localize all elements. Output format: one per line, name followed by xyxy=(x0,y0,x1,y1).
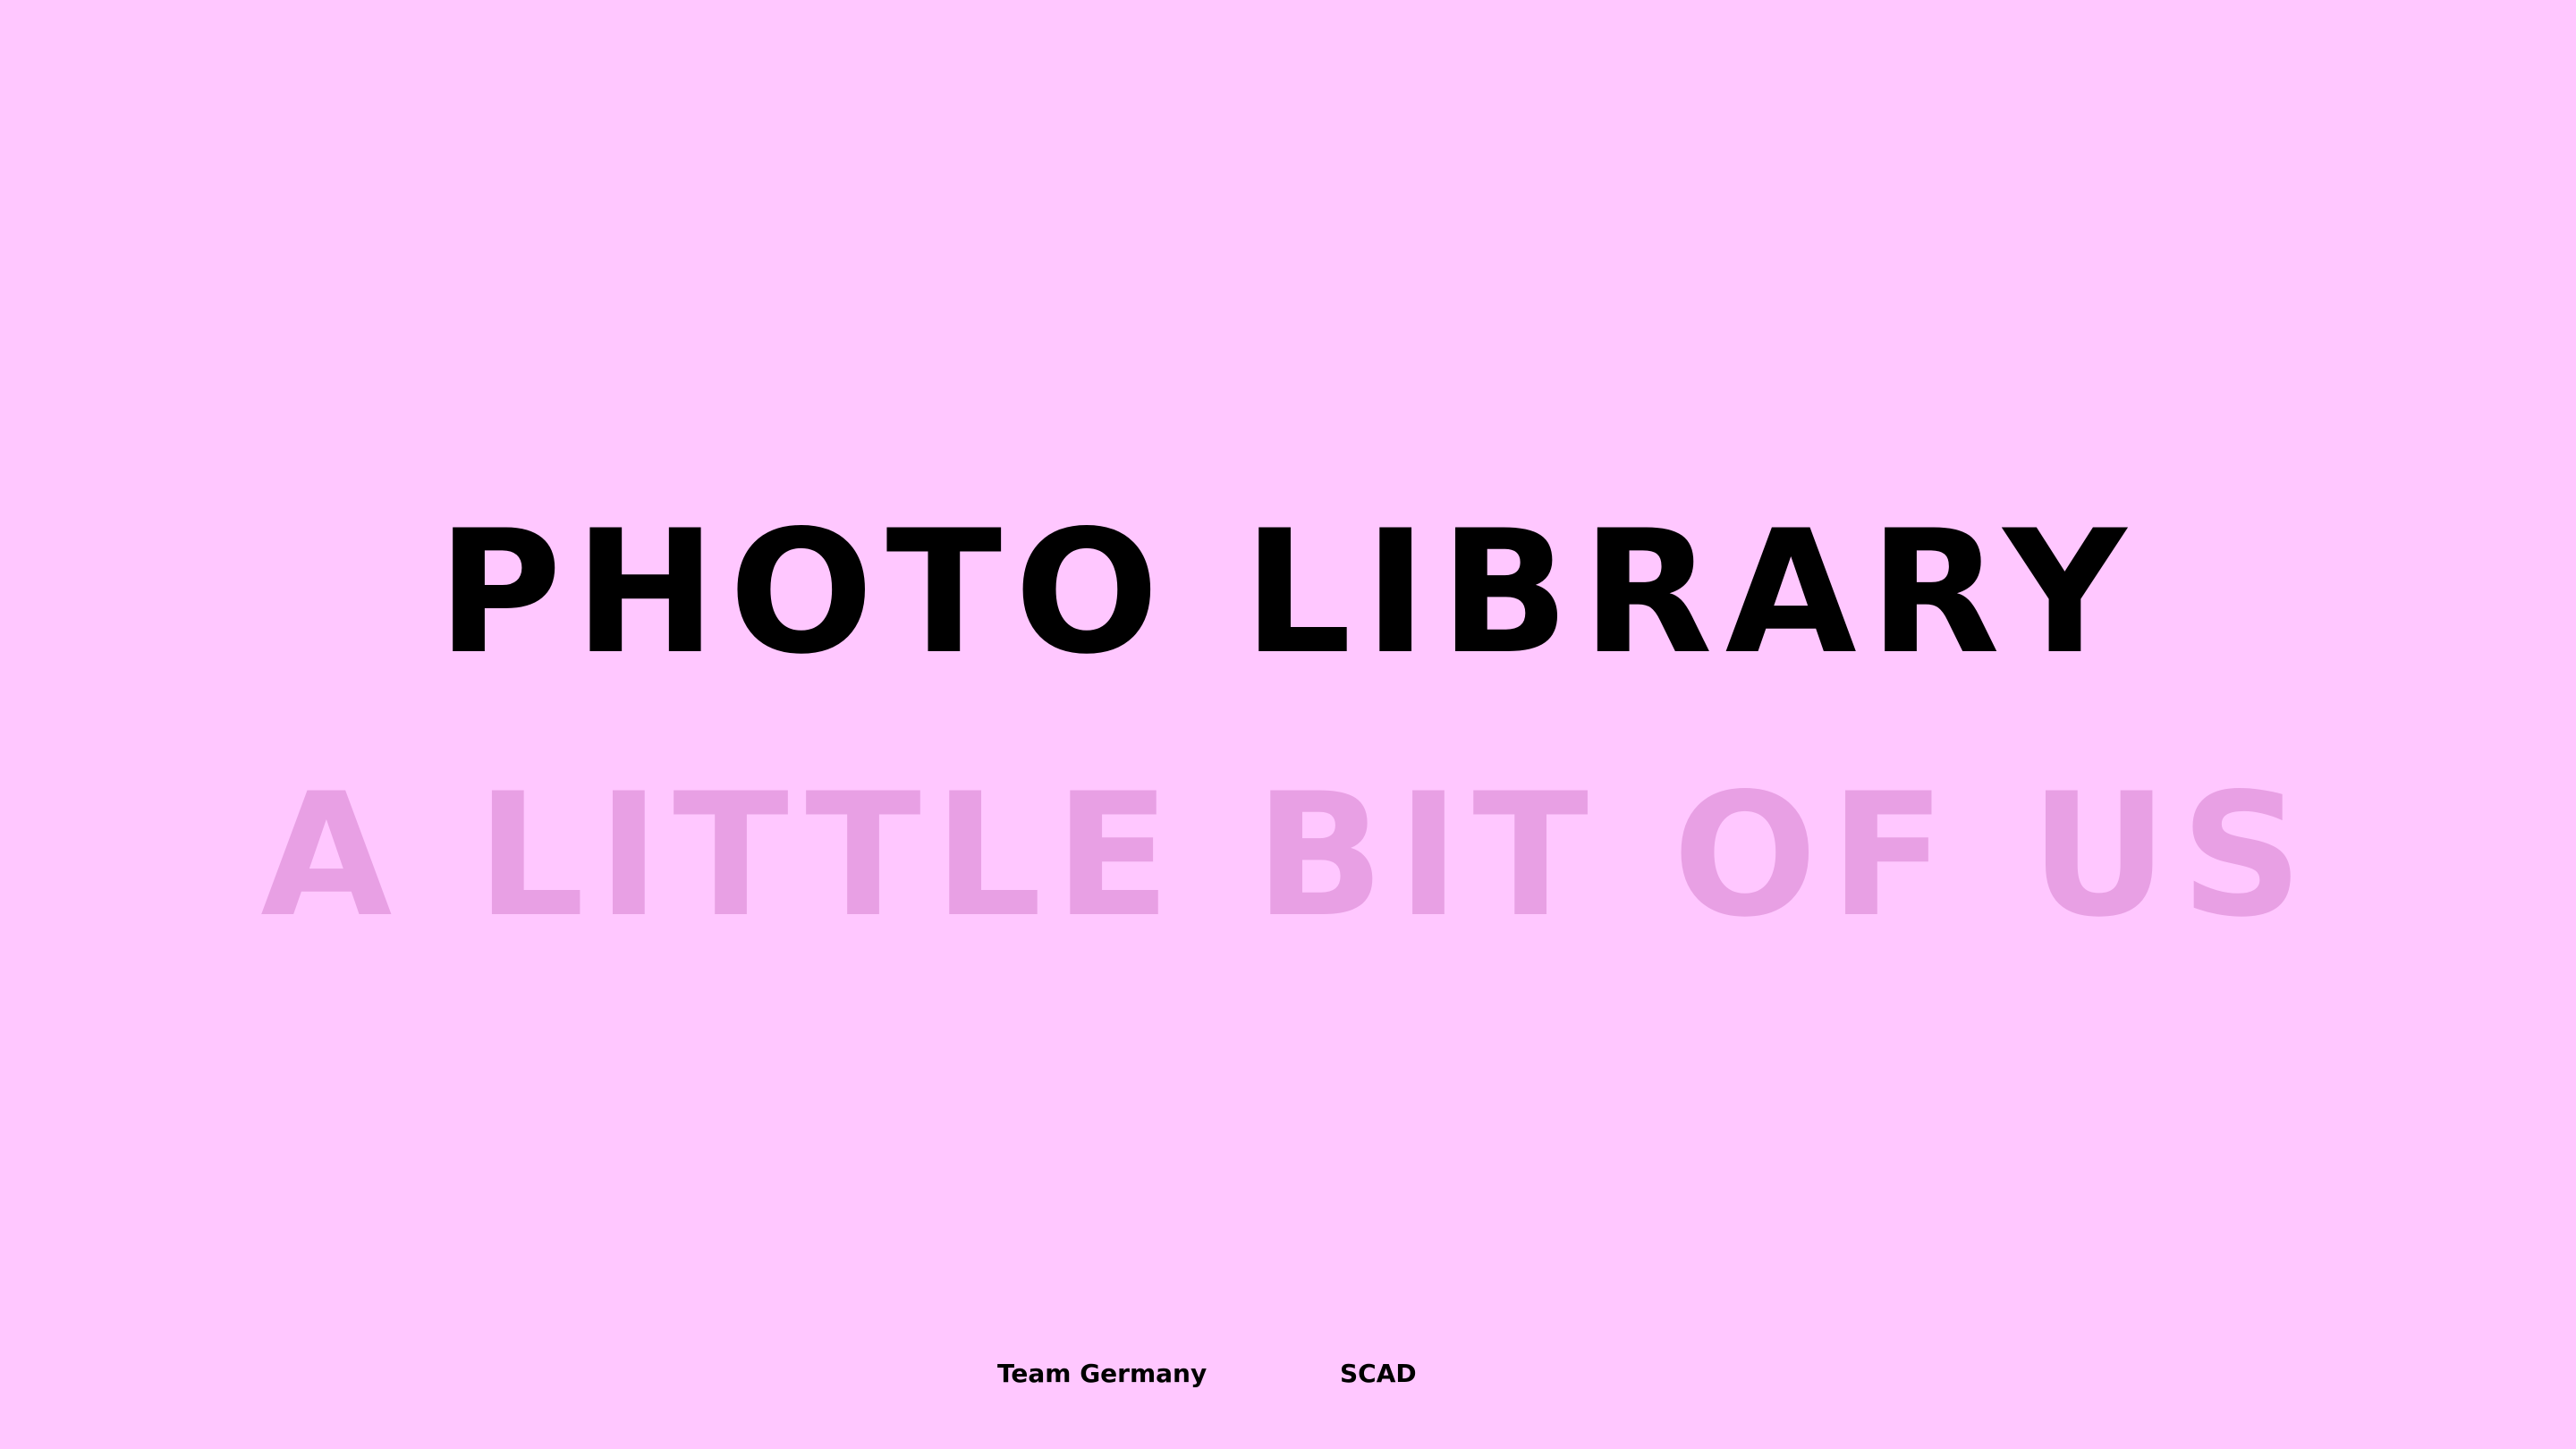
slide-subtitle: A LITTLE BIT OF US xyxy=(260,757,2316,954)
slide-title: PHOTO LIBRARY xyxy=(436,494,2140,691)
footer-school-label: SCAD xyxy=(1340,1359,1417,1388)
footer-team-label: Team Germany xyxy=(997,1359,1208,1388)
